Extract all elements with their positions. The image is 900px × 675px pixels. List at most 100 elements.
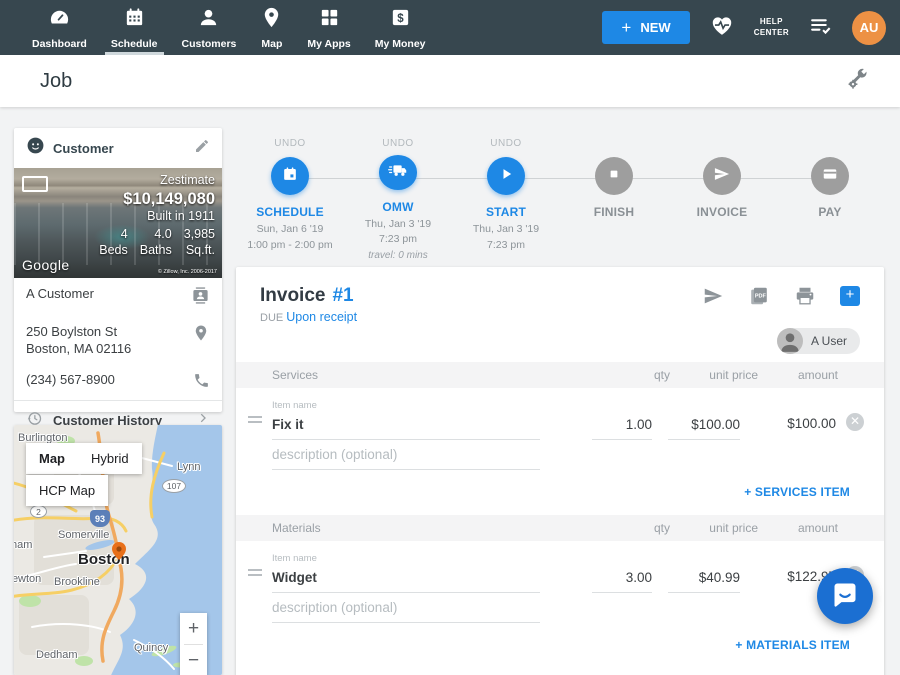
- customer-address-row: 250 Boylston StBoston, MA 02116: [14, 316, 222, 364]
- app-root: Dashboard Schedule Customers Map My Apps…: [0, 0, 900, 675]
- section-name: Materials: [272, 521, 610, 535]
- finish-step-button[interactable]: [595, 157, 633, 195]
- start-step-button[interactable]: [487, 157, 525, 195]
- wrench-gear-icon[interactable]: [846, 67, 870, 96]
- nav-item-my-money[interactable]: $ My Money: [363, 0, 438, 55]
- material-description-input[interactable]: [272, 595, 540, 623]
- map-pin-icon: [260, 6, 283, 34]
- map-widget[interactable]: Burlington Lynn 107 2 93 Somerville ham …: [14, 425, 222, 675]
- customer-name: A Customer: [26, 286, 94, 303]
- top-nav: Dashboard Schedule Customers Map My Apps…: [0, 0, 900, 55]
- nav-label: Schedule: [111, 38, 158, 50]
- material-item-name-input[interactable]: [272, 565, 540, 593]
- customer-phone-row: (234) 567-8900: [14, 364, 222, 400]
- service-item-row: Item name $100.00 ✕: [236, 388, 884, 440]
- stat-sqft: 3,985Sq.ft.: [184, 227, 215, 258]
- nav-label: Dashboard: [32, 38, 87, 50]
- zoom-in-button[interactable]: +: [180, 613, 207, 644]
- nav-item-map[interactable]: Map: [248, 0, 295, 55]
- material-qty-input[interactable]: [592, 565, 652, 593]
- location-pin-icon[interactable]: [192, 324, 210, 347]
- item-name-label: Item name: [272, 553, 540, 564]
- schedule-step-button[interactable]: [271, 157, 309, 195]
- hcp-map-button[interactable]: HCP Map: [26, 475, 108, 506]
- svg-text:$: $: [397, 12, 404, 24]
- map-zoom-control: + −: [180, 613, 207, 675]
- due-row: DUEUpon receipt: [260, 310, 860, 324]
- stat-baths: 4.0Baths: [140, 227, 172, 258]
- service-unit-price-input[interactable]: [668, 412, 740, 440]
- chat-launcher-button[interactable]: [817, 568, 873, 624]
- invoice-card: Invoice #1 PDF + DUEUpon receipt A User: [236, 267, 884, 675]
- add-material-item-link[interactable]: + MATERIALS ITEM: [735, 638, 850, 652]
- materials-section-header: Materials qty unit price amount: [236, 515, 884, 541]
- step-label: INVOICE: [697, 205, 748, 219]
- job-progress-stepper: UNDO SCHEDULE Sun, Jan 6 '19 1:00 pm - 2…: [236, 138, 884, 263]
- phone-icon[interactable]: [193, 372, 210, 394]
- hcp-map-control: HCP Map: [26, 475, 108, 506]
- nav-item-customers[interactable]: Customers: [170, 0, 249, 55]
- step-omw-dates: Thu, Jan 3 '19 7:23 pm travel: 0 mins: [365, 217, 431, 264]
- nav-item-schedule[interactable]: Schedule: [99, 0, 170, 55]
- contact-card-icon[interactable]: [191, 286, 210, 310]
- service-description-input[interactable]: [272, 442, 540, 470]
- nav-item-my-apps[interactable]: My Apps: [295, 0, 362, 55]
- new-button-label: NEW: [640, 20, 670, 35]
- print-icon[interactable]: [794, 285, 816, 307]
- paper-plane-icon: [712, 164, 732, 189]
- step-finish: FINISH: [560, 138, 668, 263]
- map-type-hybrid-button[interactable]: Hybrid: [78, 443, 142, 474]
- gauge-icon: [48, 6, 71, 34]
- assignee-avatar-icon: [777, 328, 803, 354]
- drag-handle-icon[interactable]: [248, 566, 262, 579]
- pdf-icon[interactable]: PDF: [748, 285, 770, 307]
- remove-service-item-button[interactable]: ✕: [846, 413, 864, 431]
- activity-list-icon[interactable]: [808, 13, 833, 43]
- service-qty-input[interactable]: [592, 412, 652, 440]
- step-label: PAY: [818, 205, 841, 219]
- new-button[interactable]: + NEW: [602, 11, 689, 44]
- add-invoice-button[interactable]: +: [840, 286, 860, 306]
- add-service-item-link[interactable]: + SERVICES ITEM: [744, 485, 850, 499]
- invoice-title: Invoice: [260, 285, 325, 307]
- street-view-icon: [22, 176, 48, 192]
- omw-step-button[interactable]: [379, 155, 417, 189]
- send-invoice-icon[interactable]: [702, 285, 724, 307]
- service-item-name-input[interactable]: [272, 412, 540, 440]
- interstate-shield-93: 93: [90, 510, 110, 527]
- calendar-icon: [123, 6, 146, 34]
- dollar-icon: $: [389, 6, 412, 34]
- credit-card-icon[interactable]: [811, 157, 849, 195]
- service-amount: $100.00: [756, 416, 836, 440]
- route-shield-2: 2: [30, 505, 47, 518]
- help-center-link[interactable]: HELP CENTER: [754, 17, 789, 39]
- undo-schedule-button[interactable]: UNDO: [274, 138, 305, 154]
- heart-pulse-icon[interactable]: [709, 12, 735, 43]
- invoice-number[interactable]: #1: [332, 285, 353, 307]
- map-type-map-button[interactable]: Map: [26, 443, 78, 474]
- help-center-line2: CENTER: [754, 28, 789, 39]
- nav-label: Map: [261, 38, 282, 50]
- property-photo[interactable]: Zestimate $10,149,080 Built in 1911 4Bed…: [14, 168, 222, 278]
- undo-omw-button[interactable]: UNDO: [382, 138, 413, 152]
- stop-icon: [605, 165, 623, 188]
- drag-handle-icon[interactable]: [248, 413, 262, 426]
- material-unit-price-input[interactable]: [668, 565, 740, 593]
- qty-column-header: qty: [610, 521, 670, 535]
- zestimate-overlay: Zestimate $10,149,080 Built in 1911 4Bed…: [99, 173, 215, 258]
- invoice-step-button[interactable]: [703, 157, 741, 195]
- map-label-waltham: ham: [14, 539, 32, 551]
- step-pay: PAY: [776, 138, 884, 263]
- qty-column-header: qty: [610, 368, 670, 382]
- due-terms-link[interactable]: Upon receipt: [286, 310, 357, 324]
- page-header: Job: [0, 55, 900, 107]
- zoom-out-button[interactable]: −: [180, 645, 207, 675]
- plus-icon: +: [621, 18, 631, 38]
- pencil-icon[interactable]: [194, 138, 210, 159]
- nav-item-dashboard[interactable]: Dashboard: [20, 0, 99, 55]
- undo-start-button[interactable]: UNDO: [490, 138, 521, 154]
- assignee-chip[interactable]: A User: [777, 328, 860, 354]
- user-avatar[interactable]: AU: [852, 11, 886, 45]
- unit-price-column-header: unit price: [670, 368, 758, 382]
- map-label-brookline: Brookline: [54, 576, 100, 588]
